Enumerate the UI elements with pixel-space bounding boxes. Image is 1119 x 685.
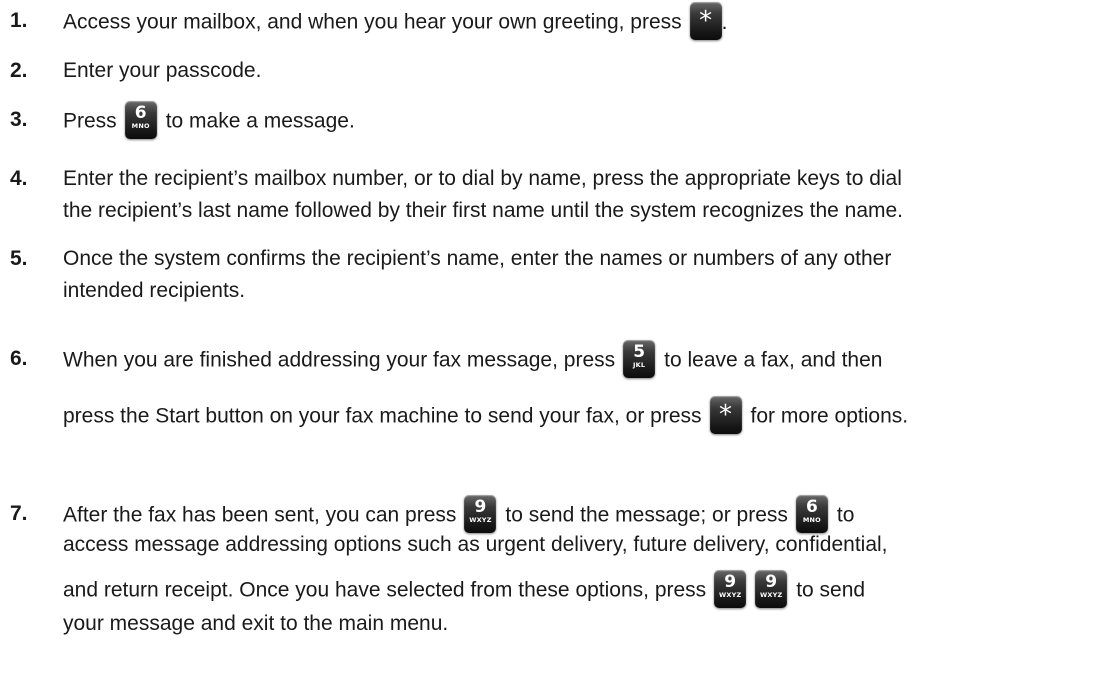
step-line: Access your mailbox, and when you hear y…	[63, 2, 728, 42]
step-text: Enter the recipient’s mailbox number, or…	[63, 167, 902, 190]
step-line: Enter the recipient’s mailbox number, or…	[63, 162, 902, 196]
step-line: Enter your passcode.	[63, 54, 261, 88]
step-line: access message addressing options such a…	[63, 528, 888, 562]
step-text: your message and exit to the main menu.	[63, 612, 449, 635]
step-line: When you are finished addressing your fa…	[63, 340, 883, 380]
step-text: press the Start button on your fax machi…	[63, 404, 702, 428]
star-key-icon: *	[709, 396, 742, 434]
step-number: 6.	[10, 347, 28, 370]
step-text: access message addressing options such a…	[63, 533, 888, 556]
step-line: intended recipients.	[63, 274, 245, 308]
step-text: intended recipients.	[63, 279, 246, 302]
step-text: to	[836, 503, 855, 527]
step-number: 1.	[10, 9, 28, 32]
step-line: press the Start button on your fax machi…	[63, 396, 909, 436]
step-text: After the fax has been sent, you can pre…	[63, 503, 457, 527]
step-number: 2.	[10, 59, 28, 82]
step-line: Press 6 MNO to make a message.	[63, 101, 355, 141]
step-line: your message and exit to the main menu.	[63, 607, 448, 641]
step-text: for more options.	[750, 404, 909, 428]
step-number: 3.	[10, 108, 28, 131]
step-line: and return receipt. Once you have select…	[63, 570, 866, 610]
star-key-icon: *	[689, 2, 722, 40]
step-number: 7.	[10, 502, 28, 525]
step-text: Once the system confirms the recipient’s…	[63, 247, 892, 270]
step-text: to leave a fax, and then	[664, 348, 883, 372]
key-9-icon: 9 WXYZ	[755, 570, 788, 608]
step-line: Once the system confirms the recipient’s…	[63, 242, 891, 276]
step-text: Enter your passcode.	[63, 59, 262, 82]
key-9-icon: 9 WXYZ	[714, 570, 747, 608]
step-text: and return receipt. Once you have select…	[63, 578, 707, 602]
step-text: When you are finished addressing your fa…	[63, 348, 616, 372]
step-number: 5.	[10, 247, 28, 270]
step-text: the recipient’s last name followed by th…	[63, 199, 904, 222]
key-6-icon: 6 MNO	[124, 101, 157, 139]
step-text: to make a message.	[165, 109, 355, 133]
step-text: to send the message; or press	[505, 503, 788, 527]
step-text: Access your mailbox, and when you hear y…	[63, 10, 682, 34]
step-text: Press	[63, 109, 117, 133]
step-line: the recipient’s last name followed by th…	[63, 194, 903, 228]
step-text: to send	[796, 578, 866, 602]
key-5-icon: 5 JKL	[623, 340, 656, 378]
step-number: 4.	[10, 167, 28, 190]
step-text: .	[721, 10, 728, 34]
